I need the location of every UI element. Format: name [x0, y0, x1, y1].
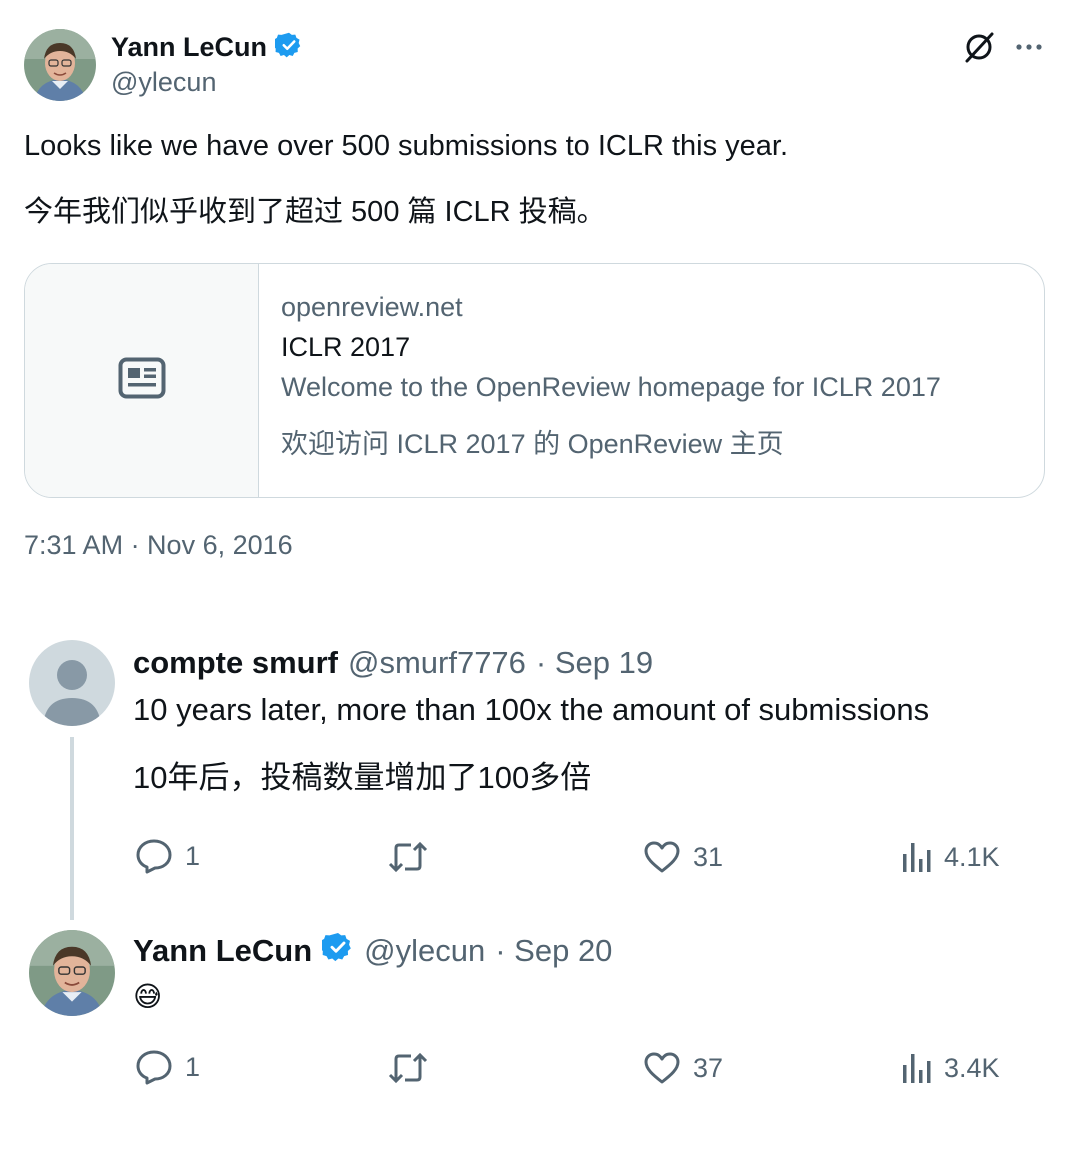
card-title: ICLR 2017	[281, 332, 411, 362]
reply-count: 1	[185, 840, 201, 871]
card-domain: openreview.net	[281, 292, 463, 322]
reply-header: compte smurf @smurf7776 · Sep 19	[133, 643, 653, 683]
reply-header: Yann LeCun @ylecun · Sep 20	[133, 931, 612, 971]
article-icon	[118, 357, 166, 404]
tweet-text-zh: 今年我们似乎收到了超过 500 篇 ICLR 投稿。	[24, 196, 606, 228]
retweet-icon	[388, 1052, 428, 1084]
reply-icon	[136, 1050, 172, 1085]
card-description-zh: 欢迎访问 ICLR 2017 的 OpenReview 主页	[281, 429, 784, 459]
reply-button[interactable]: 1	[135, 1049, 200, 1085]
views-count: 4.1K	[944, 841, 1000, 872]
like-count: 31	[693, 841, 724, 872]
retweet-button[interactable]	[387, 840, 429, 874]
tweet-timestamp[interactable]: 7:31 AM · Nov 6, 2016	[24, 530, 293, 561]
reply-author-handle[interactable]: @ylecun	[364, 933, 485, 969]
like-icon	[644, 841, 680, 873]
reply-avatar-ylecun[interactable]	[29, 930, 115, 1016]
verified-badge-icon	[320, 931, 354, 971]
verified-badge-icon	[273, 31, 303, 64]
reply-text-en: 10 years later, more than 100x the amoun…	[133, 692, 930, 727]
views-icon	[903, 1054, 931, 1083]
reply-emoji-text: 😅	[133, 981, 163, 1012]
views-button[interactable]: 3.4K	[900, 1051, 1000, 1085]
reply-author-name[interactable]: compte smurf	[133, 645, 338, 681]
thread-connector	[70, 737, 74, 920]
like-button[interactable]: 31	[643, 840, 723, 874]
like-button[interactable]: 37	[643, 1051, 723, 1085]
retweet-button[interactable]	[387, 1051, 429, 1085]
views-icon	[903, 843, 931, 872]
reply-date[interactable]: · Sep 19	[536, 645, 653, 681]
author-avatar[interactable]	[24, 29, 96, 101]
views-count: 3.4K	[944, 1052, 1000, 1083]
more-icon[interactable]	[1010, 28, 1048, 66]
card-body[interactable]: openreview.net ICLR 2017 Welcome to the …	[259, 264, 1044, 497]
card-description-en: Welcome to the OpenReview homepage for I…	[281, 372, 941, 402]
tweet-text-en: Looks like we have over 500 submissions …	[24, 130, 789, 162]
reply-author-handle[interactable]: @smurf7776	[348, 645, 526, 681]
like-count: 37	[693, 1052, 724, 1083]
link-card[interactable]: openreview.net ICLR 2017 Welcome to the …	[24, 263, 1045, 498]
reply-icon	[136, 839, 172, 874]
like-icon	[644, 1052, 680, 1084]
reply-date[interactable]: · Sep 20	[495, 933, 612, 969]
reply-button[interactable]: 1	[135, 838, 200, 874]
retweet-icon	[388, 841, 428, 873]
reply-text-zh: 10年后，投稿数量增加了100多倍	[133, 760, 592, 795]
grok-icon[interactable]	[960, 28, 998, 66]
author-name[interactable]: Yann LeCun	[111, 32, 267, 63]
reply-avatar-default[interactable]	[29, 640, 115, 726]
reply-count: 1	[185, 1051, 201, 1082]
card-media[interactable]	[25, 264, 259, 497]
author-handle[interactable]: @ylecun	[111, 67, 216, 98]
views-button[interactable]: 4.1K	[900, 840, 1000, 874]
reply-author-name[interactable]: Yann LeCun	[133, 933, 312, 969]
author-name-row[interactable]: Yann LeCun	[111, 30, 303, 64]
